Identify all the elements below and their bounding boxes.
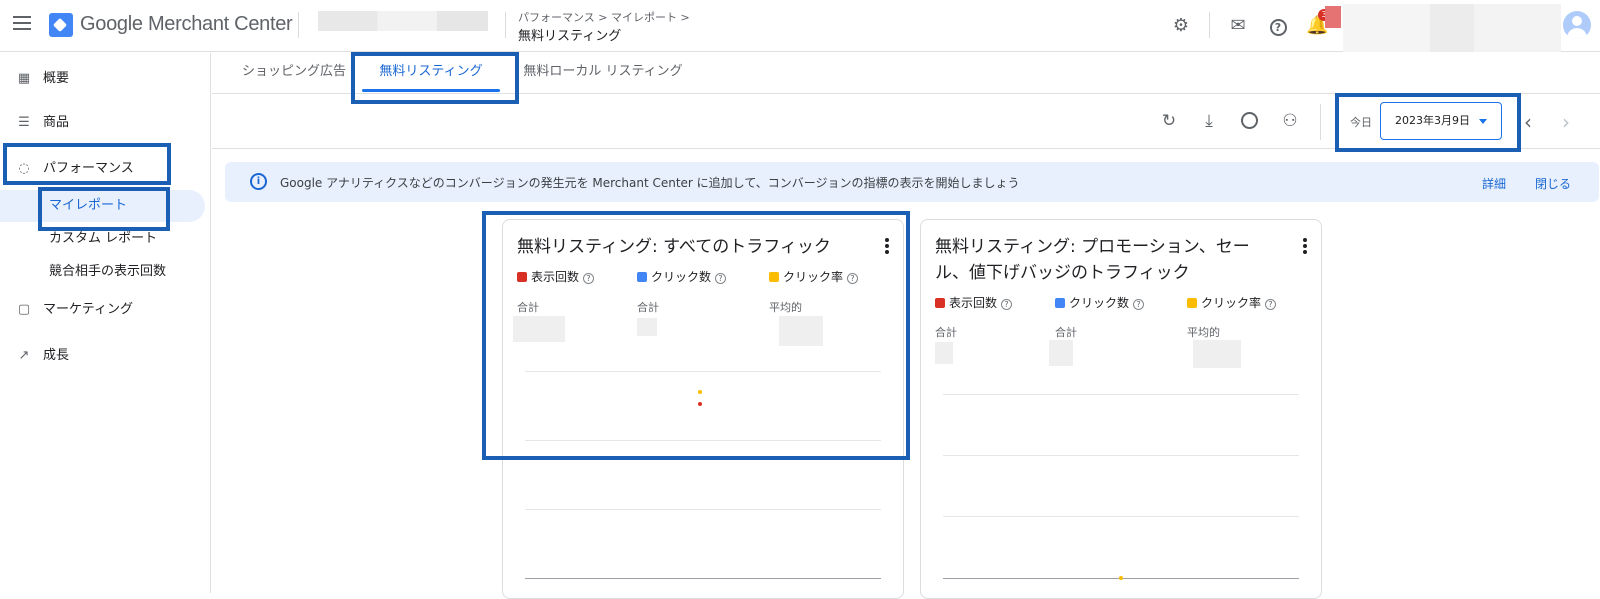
metric-value-redacted [935, 342, 953, 364]
header-divider [505, 12, 506, 38]
highlight-box-my-reports [38, 187, 170, 231]
tab-shopping-ads[interactable]: ショッピング広告 [234, 53, 354, 94]
breadcrumb[interactable]: パフォーマンス > マイレポート > [518, 9, 690, 25]
app-title: Google Merchant Center [80, 13, 293, 35]
banner-close-link[interactable]: 閉じる [1535, 175, 1571, 192]
redacted-block [1325, 6, 1341, 28]
help-icon[interactable]: ? [1133, 299, 1145, 310]
metric-ctr[interactable]: クリック率? [1187, 294, 1277, 311]
legend-swatch [935, 298, 945, 308]
metric-value-redacted [1049, 340, 1073, 366]
chart-gridline [943, 455, 1299, 456]
card-title: 無料リスティング: プロモーション、セール、値下げバッジのトラフィック [935, 237, 1250, 283]
top-app-bar: Google Merchant Center パフォーマンス > マイレポート … [0, 0, 1600, 52]
help-icon[interactable]: ? [1265, 299, 1277, 310]
download-icon[interactable]: ⤓ [1198, 110, 1220, 132]
manage-access-icon[interactable]: ⚇ [1279, 110, 1301, 132]
report-card-promotions-traffic: 無料リスティング: プロモーション、セール、値下げバッジのトラフィック 表示回数… [920, 219, 1322, 599]
chart-point-ctr [1119, 576, 1123, 580]
schedule-clock-icon[interactable] [1238, 110, 1260, 132]
trending-up-icon: ↗ [18, 348, 30, 363]
sidebar-item-products[interactable]: ☰ 商品 [0, 107, 210, 139]
metric-clicks[interactable]: クリック数? [1055, 294, 1145, 311]
shopping-bag-icon: ▢ [17, 302, 31, 317]
header-divider [298, 12, 299, 38]
dashboard-icon: ▦ [17, 71, 31, 86]
header-divider [1209, 12, 1210, 38]
menu-icon[interactable] [13, 16, 31, 30]
banner-details-link[interactable]: 詳細 [1482, 175, 1506, 192]
help-icon[interactable]: ? [1267, 15, 1289, 37]
chevron-left-icon[interactable]: ‹ [1520, 110, 1536, 134]
highlight-box-all-traffic-card [482, 211, 910, 460]
settings-gear-icon[interactable]: ⚙ [1170, 15, 1192, 37]
highlight-box-date-selector [1335, 93, 1521, 152]
more-vert-icon[interactable] [1303, 238, 1307, 256]
info-icon: i [250, 173, 267, 190]
page-title: 無料リスティング [518, 29, 622, 44]
sidebar-item-marketing[interactable]: ▢ マーケティング [0, 294, 210, 326]
user-account-redacted[interactable] [1343, 4, 1561, 52]
chart-gridline [525, 509, 881, 510]
metric-sublabel: 平均的 [1187, 326, 1220, 339]
avatar[interactable] [1563, 11, 1591, 39]
mail-icon[interactable]: ✉ [1227, 15, 1249, 37]
legend-swatch [1055, 298, 1065, 308]
sidebar-item-growth[interactable]: ↗ 成長 [0, 340, 210, 372]
help-icon[interactable]: ? [1001, 299, 1013, 310]
sidebar-nav: ▦ 概要 ☰ 商品 ◌ パフォーマンス マイレポート カスタム レポート 競合相… [0, 53, 211, 593]
account-name-redacted[interactable] [318, 11, 488, 31]
metric-impressions[interactable]: 表示回数? [935, 294, 1013, 311]
highlight-box-performance [3, 143, 171, 185]
banner-message: Google アナリティクスなどのコンバージョンの発生元を Merchant C… [280, 176, 1020, 190]
chart-axis [525, 578, 881, 579]
toolbar-divider [1320, 104, 1321, 140]
metric-sublabel: 合計 [1055, 326, 1077, 339]
chart-gridline [943, 394, 1299, 395]
legend-swatch [1187, 298, 1197, 308]
highlight-box-free-listings-tab [351, 52, 519, 104]
info-banner: i Google アナリティクスなどのコンバージョンの発生元を Merchant… [225, 162, 1599, 202]
merchant-center-logo-icon [49, 13, 73, 37]
chevron-right-icon[interactable]: › [1558, 110, 1574, 134]
metric-sublabel: 合計 [935, 326, 957, 339]
sidebar-item-overview[interactable]: ▦ 概要 [0, 63, 210, 95]
tab-free-local-listings[interactable]: 無料ローカル リスティング [514, 53, 692, 94]
sidebar-item-competitor-visibility[interactable]: 競合相手の表示回数 [0, 256, 205, 288]
list-icon: ☰ [18, 115, 30, 130]
metric-value-redacted [1193, 340, 1241, 368]
chart-gridline [943, 516, 1299, 517]
refresh-icon[interactable]: ↻ [1158, 110, 1180, 132]
